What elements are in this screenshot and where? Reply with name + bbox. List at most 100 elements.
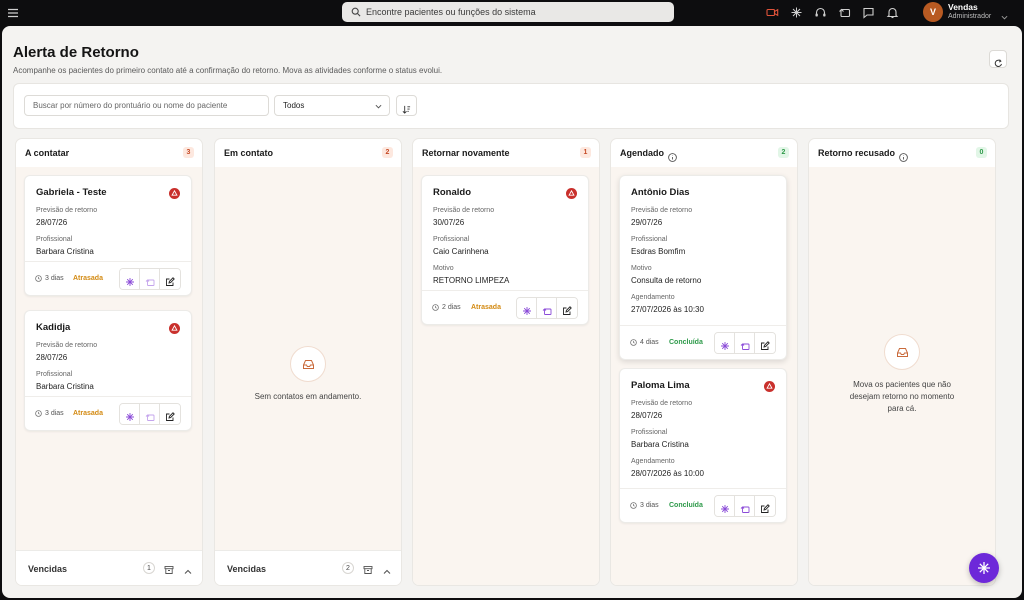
card-footer: 3 dias Concluída: [620, 488, 786, 522]
ai-action-button[interactable]: [517, 298, 537, 318]
field-value: Esdras Bomfim: [631, 247, 686, 256]
inbox-icon: [884, 334, 920, 370]
chevron-up-icon[interactable]: [184, 563, 192, 574]
chat-icon[interactable]: [862, 6, 875, 19]
column-body: Sem contatos em andamento. Vencidas 2: [215, 167, 401, 585]
empty-state: Mova os pacientes que não desejam retorn…: [809, 334, 995, 415]
patient-name: Kadidja: [36, 322, 71, 333]
ai-action-button[interactable]: [120, 269, 140, 289]
days-text: 3 dias: [45, 410, 64, 417]
status-badge: Atrasada: [471, 304, 501, 311]
ai-assistant-button[interactable]: [969, 553, 999, 583]
field-value: 28/07/26: [631, 411, 663, 420]
column-header: Em contato 2: [215, 139, 401, 167]
field-label: Profissional: [36, 371, 73, 378]
sort-button[interactable]: [396, 95, 417, 116]
patient-name: Gabriela - Teste: [36, 187, 107, 198]
field-label: Profissional: [631, 429, 668, 436]
return-action-button[interactable]: [140, 269, 160, 289]
days-text: 3 dias: [640, 502, 659, 509]
return-action-button[interactable]: [537, 298, 557, 318]
return-icon: [145, 274, 155, 286]
ai-action-button[interactable]: [120, 404, 140, 424]
field-label: Profissional: [433, 236, 470, 243]
sparkle-icon: [522, 303, 532, 315]
clock-icon: [630, 502, 637, 509]
column-retorno-recusado: Retorno recusado 0 Mova os pacientes que…: [808, 138, 996, 586]
return-action-button[interactable]: [735, 333, 755, 353]
field-label: Previsão de retorno: [631, 400, 693, 407]
top-bar: Encontre pacientes ou funções do sistema…: [0, 0, 1024, 26]
main-content: Alerta de Retorno Acompanhe os pacientes…: [2, 26, 1022, 598]
archive-icon[interactable]: [164, 562, 174, 574]
field-value: RETORNO LIMPEZA: [433, 276, 510, 285]
edit-action-button[interactable]: [755, 496, 775, 516]
column-body: Gabriela - Teste Previsão de retorno 28/…: [16, 167, 202, 585]
sparkle-icon: [125, 409, 135, 421]
ai-action-button[interactable]: [715, 496, 735, 516]
search-icon: [351, 7, 361, 17]
column-body: Antônio Dias Previsão de retorno 29/07/2…: [611, 167, 797, 585]
sparkle-icon: [977, 561, 991, 575]
refresh-icon: [994, 55, 1003, 67]
return-action-button[interactable]: [140, 404, 160, 424]
avatar: V: [923, 2, 943, 22]
clock-icon: [630, 339, 637, 346]
patient-card[interactable]: Antônio Dias Previsão de retorno 29/07/2…: [619, 175, 787, 360]
column-title: Agendado: [620, 148, 664, 158]
days-elapsed: 3 dias: [630, 502, 659, 509]
days-elapsed: 3 dias: [35, 410, 64, 417]
patient-card[interactable]: Gabriela - Teste Previsão de retorno 28/…: [24, 175, 192, 296]
column-em-contato: Em contato 2 Sem contatos em andamento. …: [214, 138, 402, 586]
global-search-input[interactable]: Encontre pacientes ou funções do sistema: [342, 2, 674, 22]
archive-icon[interactable]: [363, 562, 373, 574]
edit-action-button[interactable]: [557, 298, 577, 318]
edit-action-button[interactable]: [160, 269, 180, 289]
field-label: Agendamento: [631, 458, 675, 465]
field-value: Caio Carinhena: [433, 247, 489, 256]
patient-search-input[interactable]: Buscar por número do prontuário ou nome …: [24, 95, 269, 116]
patient-card[interactable]: Paloma Lima Previsão de retorno 28/07/26…: [619, 368, 787, 523]
clock-icon: [35, 410, 42, 417]
info-icon[interactable]: [668, 149, 677, 162]
column-count: 1: [580, 147, 591, 158]
ai-action-button[interactable]: [715, 333, 735, 353]
field-value: 30/07/26: [433, 218, 465, 227]
bell-icon[interactable]: [886, 6, 899, 19]
field-label: Motivo: [631, 265, 652, 272]
refresh-button[interactable]: [989, 50, 1007, 68]
days-elapsed: 3 dias: [35, 275, 64, 282]
edit-icon: [562, 303, 572, 315]
edit-action-button[interactable]: [755, 333, 775, 353]
user-menu[interactable]: V Vendas Administrador: [920, 0, 1012, 24]
field-value: Consulta de retorno: [631, 276, 702, 285]
user-role: Administrador: [948, 13, 992, 20]
video-camera-icon[interactable]: [766, 6, 779, 19]
status-badge: Concluída: [669, 502, 703, 509]
sparkle-icon: [125, 274, 135, 286]
days-text: 4 dias: [640, 339, 659, 346]
column-count: 2: [778, 147, 789, 158]
field-label: Motivo: [433, 265, 454, 272]
column-title: Em contato: [224, 148, 274, 158]
menu-icon[interactable]: [7, 6, 19, 18]
filter-select[interactable]: Todos: [274, 95, 390, 116]
vencidas-section[interactable]: Vencidas 1: [16, 550, 202, 585]
user-name: Vendas: [948, 2, 978, 12]
vencidas-label: Vencidas: [28, 564, 68, 574]
vencidas-section[interactable]: Vencidas 2: [215, 550, 401, 585]
field-value: 28/07/26: [36, 218, 68, 227]
info-icon[interactable]: [899, 149, 908, 162]
chevron-up-icon[interactable]: [383, 563, 391, 574]
clock-icon: [35, 275, 42, 282]
patient-card[interactable]: Kadidja Previsão de retorno 28/07/26 Pro…: [24, 310, 192, 431]
return-icon[interactable]: [838, 6, 851, 19]
field-label: Previsão de retorno: [631, 207, 693, 214]
headset-icon[interactable]: [814, 6, 827, 19]
edit-action-button[interactable]: [160, 404, 180, 424]
field-value: 29/07/26: [631, 218, 663, 227]
patient-card[interactable]: Ronaldo Previsão de retorno 30/07/26 Pro…: [421, 175, 589, 325]
column-count: 0: [976, 147, 987, 158]
sparkle-icon[interactable]: [790, 6, 803, 19]
return-action-button[interactable]: [735, 496, 755, 516]
